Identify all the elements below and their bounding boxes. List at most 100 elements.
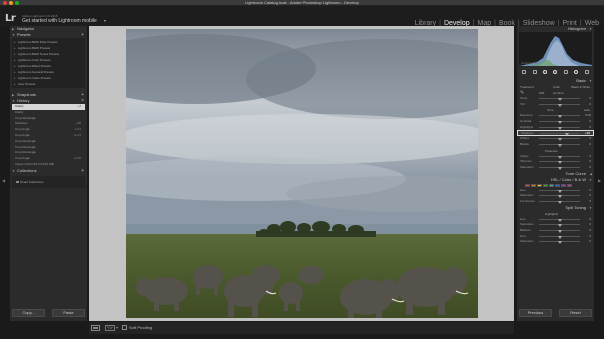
- collections-header[interactable]: ▼ Collections +: [10, 168, 87, 174]
- slider-thumb[interactable]: [557, 161, 562, 165]
- slider-thumb[interactable]: [557, 189, 562, 193]
- crop-icon[interactable]: [532, 70, 537, 74]
- radial-filter-icon[interactable]: [574, 70, 579, 74]
- slider-track[interactable]: [539, 166, 580, 170]
- spot-removal-icon[interactable]: [543, 70, 548, 74]
- color-swatch[interactable]: [537, 183, 542, 187]
- slider-track[interactable]: [539, 230, 580, 233]
- slider-thumb[interactable]: [557, 115, 562, 119]
- histogram[interactable]: Original Photo: [519, 32, 592, 66]
- slider-track[interactable]: [539, 138, 580, 142]
- slider-track[interactable]: [539, 218, 580, 222]
- slider-saturation[interactable]: Saturation 0: [517, 239, 594, 245]
- slider-value[interactable]: 0: [589, 125, 591, 130]
- slider-value[interactable]: 0: [589, 188, 591, 193]
- chevron-down-icon[interactable]: ▾: [116, 325, 118, 330]
- preset-folder-label: Lightroom B&W Toned Presets: [18, 52, 59, 56]
- slider-thumb[interactable]: [557, 230, 562, 233]
- add-preset-icon[interactable]: +: [81, 32, 84, 38]
- slider-value[interactable]: 0: [589, 193, 591, 198]
- paste-settings-button[interactable]: Paste: [52, 309, 85, 317]
- slider-track[interactable]: [539, 200, 580, 204]
- slider-value[interactable]: 0: [589, 96, 591, 101]
- slider-value[interactable]: 0: [589, 159, 591, 164]
- slider-value[interactable]: 0: [589, 217, 591, 222]
- slider-label: Luminance: [520, 198, 535, 203]
- slider-track[interactable]: [539, 241, 580, 245]
- color-swatch[interactable]: [531, 183, 536, 187]
- mobile-promo-link[interactable]: Get started with Lightroom mobile: [22, 18, 97, 24]
- slider-track[interactable]: [539, 143, 580, 147]
- right-panel-toggle-icon[interactable]: ▶: [598, 178, 601, 183]
- adjustment-brush-icon[interactable]: [584, 70, 589, 74]
- chevron-down-icon[interactable]: ▾: [104, 18, 106, 23]
- slider-thumb[interactable]: [557, 103, 562, 107]
- slider-value[interactable]: 0: [589, 222, 591, 227]
- slider-thumb[interactable]: [557, 138, 562, 142]
- add-collection-icon[interactable]: +: [81, 168, 84, 174]
- slider-track[interactable]: [539, 161, 580, 165]
- reset-button[interactable]: Reset: [559, 309, 592, 317]
- soft-proofing-checkbox[interactable]: [122, 325, 127, 330]
- loupe-view-icon[interactable]: [91, 325, 100, 331]
- slider-value[interactable]: 0: [589, 102, 591, 107]
- slider-value[interactable]: 0: [589, 199, 591, 204]
- color-swatch[interactable]: [549, 183, 554, 187]
- slider-thumb[interactable]: [557, 98, 562, 101]
- smart-collections-item[interactable]: Smart Collections: [20, 180, 44, 184]
- photo-canvas[interactable]: [89, 26, 514, 321]
- preset-folder-label: Lightroom B&W Presets: [18, 46, 51, 50]
- slider-track[interactable]: [539, 98, 580, 101]
- slider-track[interactable]: [539, 195, 580, 199]
- slider-track[interactable]: [539, 155, 580, 159]
- slider-track[interactable]: [539, 121, 580, 125]
- hsl-header[interactable]: HSL / Color / B & W ▼: [517, 177, 594, 183]
- slider-thumb[interactable]: [557, 143, 562, 147]
- slider-thumb[interactable]: [557, 121, 562, 125]
- slider-track[interactable]: [539, 126, 580, 130]
- slider-value[interactable]: 0: [589, 165, 591, 170]
- slider-thumb[interactable]: [557, 241, 562, 245]
- color-swatch[interactable]: [543, 183, 548, 187]
- slider-value[interactable]: 0: [589, 154, 591, 159]
- slider-track[interactable]: [539, 115, 580, 119]
- slider-value[interactable]: 0: [589, 228, 591, 233]
- slider-thumb[interactable]: [557, 200, 562, 204]
- color-swatch[interactable]: [525, 183, 530, 187]
- slider-value[interactable]: 0: [589, 239, 591, 244]
- copy-settings-button[interactable]: Copy...: [12, 309, 45, 317]
- slider-value[interactable]: 0: [589, 136, 591, 141]
- graduated-filter-icon[interactable]: [563, 70, 568, 74]
- slider-thumb[interactable]: [557, 224, 562, 228]
- slider-thumb[interactable]: [557, 218, 562, 222]
- slider-track[interactable]: [539, 189, 580, 193]
- slider-track[interactable]: [539, 224, 580, 228]
- history-step-label: Crop Angle: [15, 132, 30, 137]
- slider-thumb[interactable]: [557, 195, 562, 199]
- slider-track[interactable]: [539, 235, 580, 239]
- slider-value[interactable]: 0: [589, 142, 591, 147]
- preset-folder[interactable]: ▸ User Presets: [12, 81, 85, 87]
- right-panel: Histogram ▼ Original Photo Basic ▼ Treatme…: [517, 26, 594, 321]
- slider-thumb[interactable]: [557, 126, 562, 130]
- before-after-toggle[interactable]: Y|Y: [105, 325, 115, 331]
- previous-button[interactable]: Previous: [519, 309, 552, 317]
- slider-thumb[interactable]: [557, 235, 562, 239]
- red-eye-icon[interactable]: [553, 70, 558, 74]
- slider-value[interactable]: 0.00: [585, 113, 591, 118]
- slider-value[interactable]: 0: [589, 119, 591, 124]
- color-swatch[interactable]: [567, 183, 572, 187]
- slider-track[interactable]: [540, 133, 579, 137]
- slider-thumb[interactable]: [557, 155, 562, 159]
- grid-overlay-icon[interactable]: [522, 70, 527, 74]
- slider-value[interactable]: 0: [589, 234, 591, 239]
- left-panel-toggle-icon[interactable]: ◀: [2, 178, 5, 183]
- original-photo-label[interactable]: Original Photo: [521, 61, 540, 65]
- slider-thumb[interactable]: [557, 166, 562, 170]
- slider-track[interactable]: [539, 103, 580, 107]
- color-swatch[interactable]: [555, 183, 560, 187]
- presets-header[interactable]: ▼ Presets +: [10, 32, 87, 38]
- color-swatch[interactable]: [561, 183, 566, 187]
- split-toning-label: Split Toning: [565, 204, 586, 210]
- slider-label: Tint: [520, 101, 525, 106]
